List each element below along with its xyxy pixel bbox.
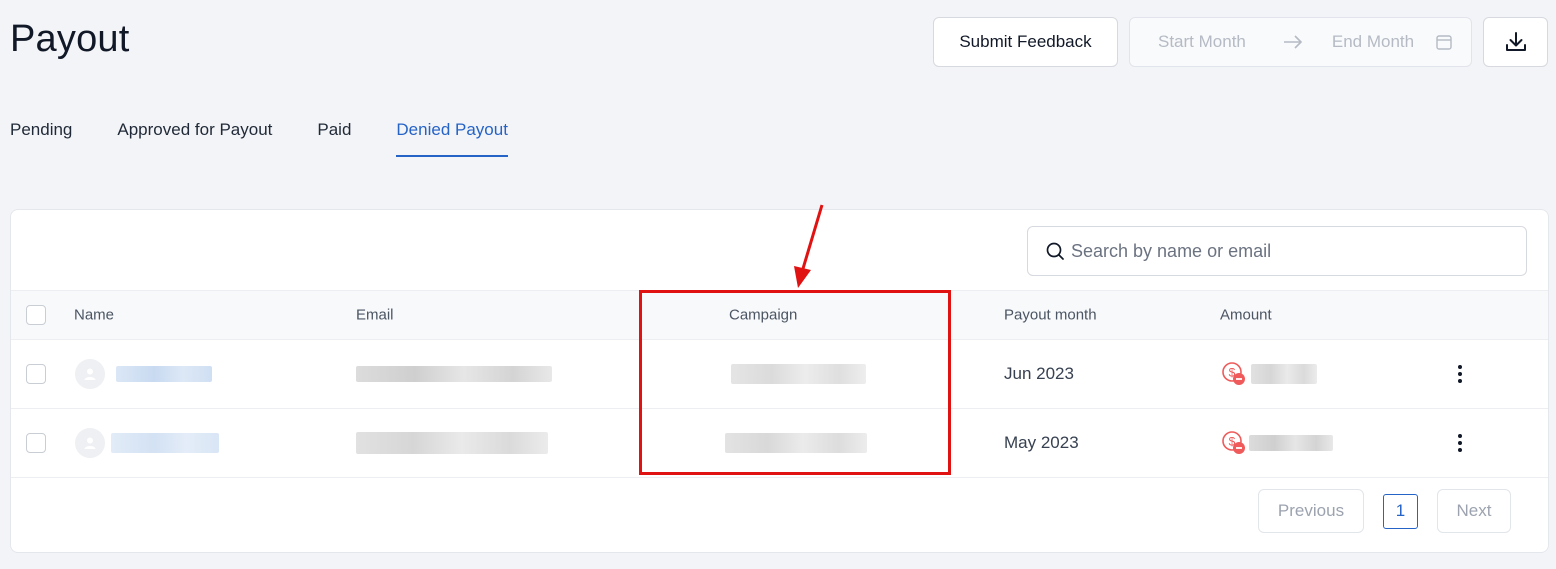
date-range-picker[interactable]: Start Month End Month xyxy=(1129,17,1472,67)
payout-tabs: Pending Approved for Payout Paid Denied … xyxy=(10,120,508,157)
more-options-icon[interactable] xyxy=(1457,364,1463,384)
column-name[interactable]: Name xyxy=(74,307,114,324)
calendar-icon xyxy=(1436,35,1452,50)
search-placeholder: Search by name or email xyxy=(1071,240,1272,261)
denied-dollar-icon: $ xyxy=(1222,362,1245,385)
tab-paid[interactable]: Paid xyxy=(317,120,351,157)
end-month-field[interactable]: End Month xyxy=(1332,32,1414,52)
amount-redacted xyxy=(1249,435,1333,451)
payout-table: Name Email Campaign Payout month Amount … xyxy=(11,290,1548,478)
name-redacted[interactable] xyxy=(116,366,212,382)
payout-table-card: Search by name or email Name Email Campa… xyxy=(10,209,1549,553)
pagination: Previous 1 Next xyxy=(1258,489,1511,533)
name-redacted[interactable] xyxy=(111,433,219,453)
submit-feedback-button[interactable]: Submit Feedback xyxy=(933,17,1118,67)
avatar xyxy=(75,359,105,389)
column-email[interactable]: Email xyxy=(356,307,394,324)
denied-dollar-icon: $ xyxy=(1222,431,1245,454)
payout-month: May 2023 xyxy=(1004,433,1079,452)
tab-approved-for-payout[interactable]: Approved for Payout xyxy=(117,120,272,157)
user-icon xyxy=(84,368,96,380)
download-button[interactable] xyxy=(1483,17,1548,67)
table-header: Name Email Campaign Payout month Amount xyxy=(11,290,1548,340)
search-icon xyxy=(1046,242,1064,260)
email-redacted xyxy=(356,366,552,382)
tab-pending[interactable]: Pending xyxy=(10,120,72,157)
user-icon xyxy=(84,437,96,449)
current-page[interactable]: 1 xyxy=(1383,493,1418,529)
column-amount[interactable]: Amount xyxy=(1220,307,1272,324)
arrow-right-icon xyxy=(1283,35,1303,49)
table-row[interactable]: Jun 2023 $ xyxy=(11,340,1548,409)
column-campaign[interactable]: Campaign xyxy=(729,307,797,324)
select-all-checkbox[interactable] xyxy=(26,305,46,325)
tab-denied-payout[interactable]: Denied Payout xyxy=(396,120,508,157)
previous-page-button[interactable]: Previous xyxy=(1258,489,1364,533)
avatar xyxy=(75,428,105,458)
page-title: Payout xyxy=(10,18,130,60)
campaign-redacted xyxy=(731,364,866,384)
more-options-icon[interactable] xyxy=(1457,433,1463,453)
row-checkbox[interactable] xyxy=(26,433,46,453)
campaign-redacted xyxy=(725,433,867,453)
table-row[interactable]: May 2023 $ xyxy=(11,409,1548,478)
top-actions: Submit Feedback Start Month End Month xyxy=(933,17,1548,67)
download-icon xyxy=(1505,32,1526,51)
next-page-button[interactable]: Next xyxy=(1437,489,1511,533)
column-payout-month[interactable]: Payout month xyxy=(1004,307,1097,324)
start-month-field[interactable]: Start Month xyxy=(1158,32,1246,52)
amount-redacted xyxy=(1251,364,1317,384)
payout-month: Jun 2023 xyxy=(1004,364,1074,383)
row-checkbox[interactable] xyxy=(26,364,46,384)
search-input[interactable]: Search by name or email xyxy=(1027,226,1527,276)
email-redacted xyxy=(356,432,548,454)
